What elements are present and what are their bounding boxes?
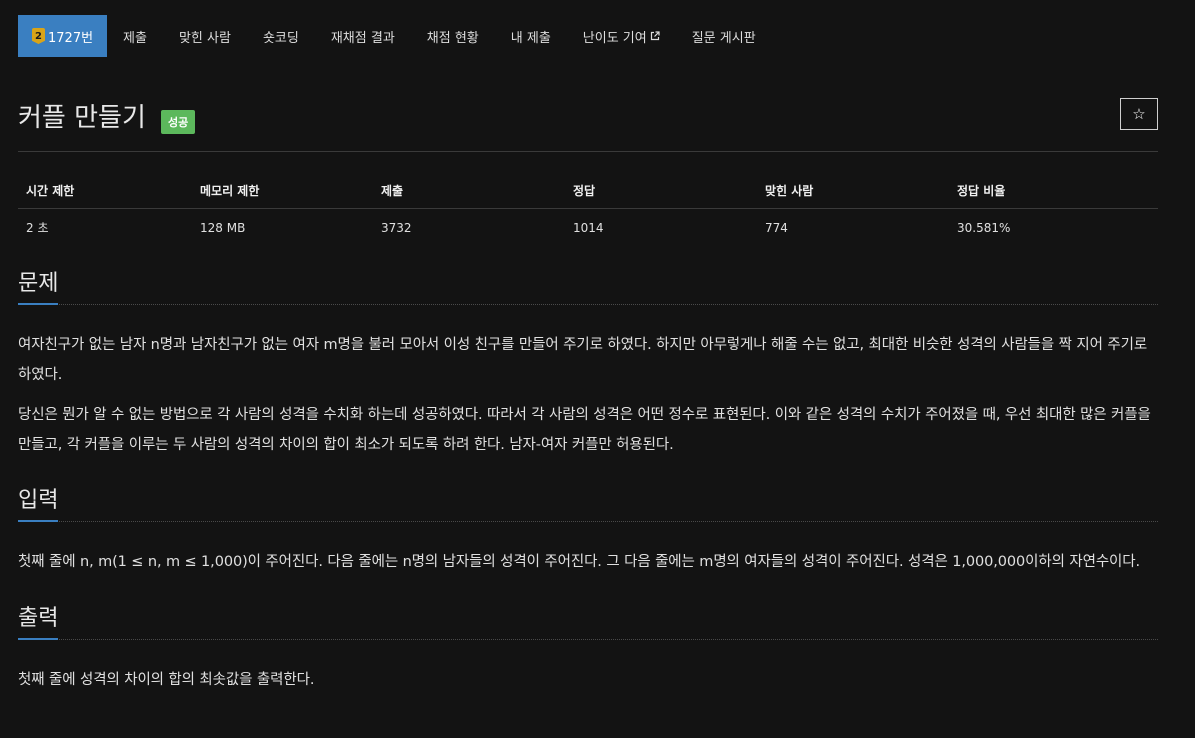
output-section: 출력 첫째 줄에 성격의 차이의 합의 최솟값을 출력한다. (18, 600, 1158, 695)
header-submissions: 제출 (373, 174, 565, 209)
nav-submit[interactable]: 제출 (107, 15, 163, 57)
header-time-limit: 시간 제한 (18, 174, 192, 209)
nav-solved-users-label: 맞힌 사람 (178, 30, 231, 46)
input-description: 첫째 줄에 n, m(1 ≤ n, m ≤ 1,000)이 주어진다. 다음 줄… (18, 547, 1158, 577)
external-link-icon (650, 31, 660, 41)
header-accepted: 정답 (565, 174, 757, 209)
value-time-limit: 2 초 (26, 221, 49, 235)
value-memory-limit: 128 MB (200, 220, 246, 235)
value-accept-ratio: 30.581% (957, 220, 1011, 235)
nav-my-submissions[interactable]: 내 제출 (495, 15, 567, 57)
problem-page: 2 1727번 제출 맞힌 사람 숏코딩 재채점 결과 채점 현황 내 제출 난… (0, 15, 1195, 738)
value-accepted: 1014 (573, 220, 604, 235)
nav-rejudge-results-label: 재채점 결과 (330, 30, 395, 46)
problem-nav: 2 1727번 제출 맞힌 사람 숏코딩 재채점 결과 채점 현황 내 제출 난… (18, 15, 1158, 57)
problem-section-title: 문제 (18, 265, 59, 305)
input-paragraph: 첫째 줄에 n, m(1 ≤ n, m ≤ 1,000)이 주어진다. 다음 줄… (18, 554, 1141, 570)
nav-solved-users[interactable]: 맞힌 사람 (163, 15, 247, 57)
problem-section: 문제 여자친구가 없는 남자 n명과 남자친구가 없는 여자 m명을 불러 모아… (18, 265, 1158, 460)
status-badge: 성공 (161, 110, 196, 134)
output-section-header: 출력 (18, 600, 1158, 640)
output-paragraph: 첫째 줄에 성격의 차이의 합의 최솟값을 출력한다. (18, 672, 315, 688)
nav-difficulty-contribution[interactable]: 난이도 기여 (567, 15, 676, 57)
nav-rejudge-results[interactable]: 재채점 결과 (315, 15, 411, 57)
nav-short-coding[interactable]: 숏코딩 (247, 15, 315, 57)
output-section-title: 출력 (18, 600, 59, 640)
nav-submit-label: 제출 (123, 30, 147, 46)
output-description: 첫째 줄에 성격의 차이의 합의 최솟값을 출력한다. (18, 665, 1158, 695)
title-row: 커플 만들기 성공 ☆ (18, 57, 1158, 152)
header-solved-users: 맞힌 사람 (757, 174, 949, 209)
header-accept-ratio: 정답 비율 (949, 174, 1158, 209)
problem-paragraph: 여자친구가 없는 남자 n명과 남자친구가 없는 여자 m명을 불러 모아서 이… (18, 337, 1148, 383)
page-title: 커플 만들기 (18, 103, 146, 133)
problem-number-label: 1727번 (48, 30, 94, 46)
star-icon: ☆ (1132, 106, 1146, 123)
nav-judge-status-label: 채점 현황 (426, 30, 479, 46)
value-solved-users: 774 (765, 220, 788, 235)
nav-my-submissions-label: 내 제출 (510, 30, 551, 46)
input-section-title: 입력 (18, 482, 59, 522)
favorite-star-button[interactable]: ☆ (1120, 98, 1158, 130)
problem-info-table: 시간 제한 메모리 제한 제출 정답 맞힌 사람 정답 비율 2 초 128 M… (18, 174, 1158, 246)
nav-short-coding-label: 숏코딩 (262, 30, 299, 46)
nav-qna-board[interactable]: 질문 게시판 (676, 15, 772, 57)
info-table-header-row: 시간 제한 메모리 제한 제출 정답 맞힌 사람 정답 비율 (18, 174, 1158, 209)
nav-qna-board-label: 질문 게시판 (691, 30, 756, 46)
nav-problem-number[interactable]: 2 1727번 (18, 15, 108, 57)
problem-paragraph: 당신은 뭔가 알 수 없는 방법으로 각 사람의 성격을 수치화 하는데 성공하… (18, 407, 1151, 453)
input-section: 입력 첫째 줄에 n, m(1 ≤ n, m ≤ 1,000)이 주어진다. 다… (18, 482, 1158, 577)
tier-badge-icon: 2 (32, 28, 45, 44)
value-submissions: 3732 (381, 220, 412, 235)
problem-description: 여자친구가 없는 남자 n명과 남자친구가 없는 여자 m명을 불러 모아서 이… (18, 330, 1158, 460)
info-table-row: 2 초 128 MB 3732 1014 774 30.581% (18, 209, 1158, 247)
nav-difficulty-contribution-label: 난이도 기여 (582, 30, 647, 46)
problem-section-header: 문제 (18, 265, 1158, 305)
header-memory-limit: 메모리 제한 (192, 174, 373, 209)
input-section-header: 입력 (18, 482, 1158, 522)
nav-judge-status[interactable]: 채점 현황 (411, 15, 495, 57)
